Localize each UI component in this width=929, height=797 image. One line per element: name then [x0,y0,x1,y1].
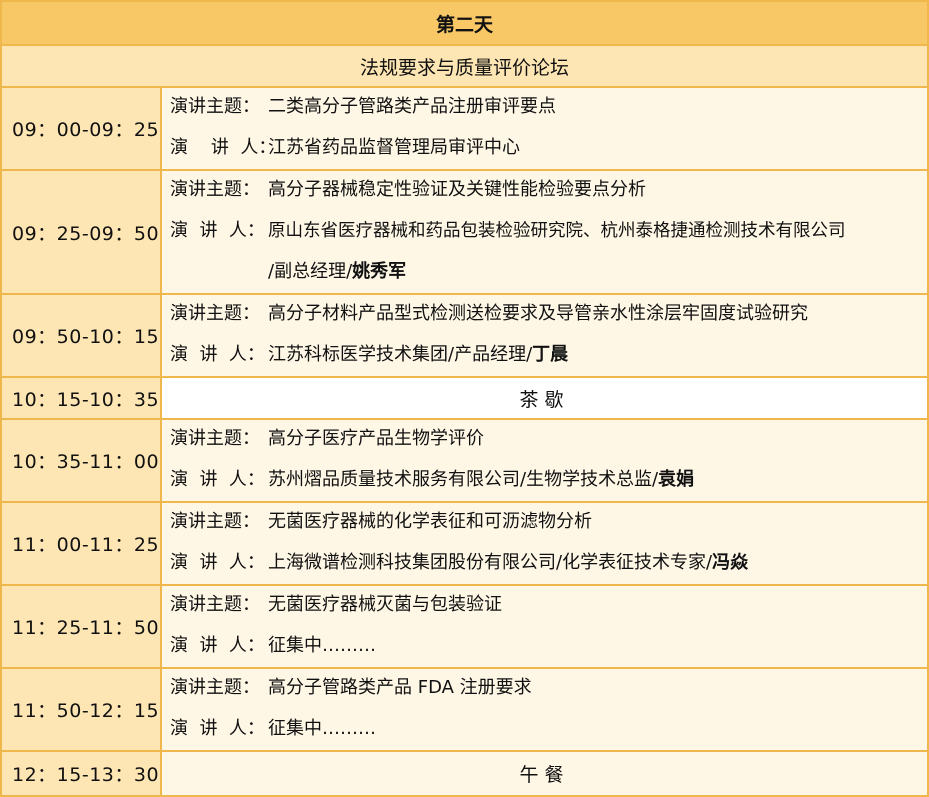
session-row-4: 10：35-11：00 演讲主题： 高分子医疗产品生物学评价 演 讲 人： 苏州… [2,420,927,503]
topic-text: 高分子材料产品型式检测送检要求及导管亲水性涂层牢固度试验研究 [268,303,808,324]
speaker-name: 姚秀军 [352,261,407,282]
schedule-table: 第二天 法规要求与质量评价论坛 09：00-09：25 演讲主题： 二类高分子管… [0,0,929,797]
speaker-line: 演 讲 人： 原山东省医疗器械和药品包装检验研究院、杭州泰格捷通检测技术有限公司 [170,216,846,242]
speaker-line: 演 讲 人： 征集中……… [170,631,376,657]
topic-text: 高分子器械稳定性验证及关键性能检验要点分析 [268,179,646,200]
session-row-7: 11：50-12：15 演讲主题： 高分子管路类产品 FDA 注册要求 演 讲 … [2,669,927,752]
speaker-text: 上海微谱检测科技集团股份有限公司/化学表征技术专家/ [268,552,713,573]
session-time: 11：50-12：15 [2,669,162,750]
session-time: 09：00-09：25 [2,88,162,169]
topic-line: 演讲主题： 高分子医疗产品生物学评价 [170,424,484,450]
speaker-label: 演 讲 人： [170,718,265,739]
speaker-label: 演 讲 人： [170,469,265,490]
speaker-name: 丁晨 [532,344,569,365]
speaker-line-continued: /副总经理/姚秀军 [170,257,406,283]
speaker-line: 演 讲 人： 上海微谱检测科技集团股份有限公司/化学表征技术专家/冯焱 [170,548,748,574]
session-content: 演讲主题： 无菌医疗器械的化学表征和可沥滤物分析 演 讲 人： 上海微谱检测科技… [162,503,927,584]
topic-line: 演讲主题： 无菌医疗器械灭菌与包装验证 [170,590,502,616]
speaker-text: 苏州熠品质量技术服务有限公司/生物学技术总监/ [268,469,659,490]
speaker-line: 演 讲 人： 江苏省药品监督管理局审评中心 [170,133,520,159]
topic-label: 演讲主题： [170,96,260,117]
topic-line: 演讲主题： 无菌医疗器械的化学表征和可沥滤物分析 [170,507,592,533]
topic-text: 无菌医疗器械灭菌与包装验证 [268,594,502,615]
session-content: 演讲主题： 无菌医疗器械灭菌与包装验证 演 讲 人： 征集中……… [162,586,927,667]
session-time: 09：25-09：50 [2,171,162,293]
session-content: 演讲主题： 高分子管路类产品 FDA 注册要求 演 讲 人： 征集中……… [162,669,927,750]
speaker-label: 演 讲 人： [170,220,265,241]
topic-text: 高分子管路类产品 FDA 注册要求 [268,677,532,698]
session-content: 演讲主题： 高分子医疗产品生物学评价 演 讲 人： 苏州熠品质量技术服务有限公司… [162,420,927,501]
speaker-text: 江苏省药品监督管理局审评中心 [268,137,520,158]
session-time: 10：35-11：00 [2,420,162,501]
speaker-label: 演 讲 人： [170,344,265,365]
topic-text: 二类高分子管路类产品注册审评要点 [268,96,556,117]
speaker-name: 袁娟 [658,469,695,490]
session-time: 11：00-11：25 [2,503,162,584]
topic-label: 演讲主题： [170,677,260,698]
speaker-text: 原山东省医疗器械和药品包装检验研究院、杭州泰格捷通检测技术有限公司 [268,220,846,241]
topic-line: 演讲主题： 二类高分子管路类产品注册审评要点 [170,92,556,118]
lunch-label: 午餐 [162,752,927,795]
topic-line: 演讲主题： 高分子器械稳定性验证及关键性能检验要点分析 [170,175,646,201]
speaker-label: 演 讲 人： [170,137,277,158]
topic-label: 演讲主题： [170,511,260,532]
speaker-title: /副总经理/ [268,261,353,282]
speaker-text: 征集中……… [268,718,376,739]
topic-line: 演讲主题： 高分子材料产品型式检测送检要求及导管亲水性涂层牢固度试验研究 [170,299,808,325]
speaker-text: 江苏科标医学技术集团/产品经理/ [268,344,533,365]
day-title: 第二天 [2,0,927,46]
speaker-label: 演 讲 人： [170,635,265,656]
session-row-3: 09：50-10：15 演讲主题： 高分子材料产品型式检测送检要求及导管亲水性涂… [2,295,927,378]
session-time: 10：15-10：35 [2,378,162,418]
topic-label: 演讲主题： [170,428,260,449]
session-content: 演讲主题： 二类高分子管路类产品注册审评要点 演 讲 人： 江苏省药品监督管理局… [162,88,927,169]
forum-title: 法规要求与质量评价论坛 [2,46,927,88]
speaker-name: 冯焱 [712,552,749,573]
tea-break-row: 10：15-10：35 茶歇 [2,378,927,420]
tea-break-label: 茶歇 [162,378,927,418]
session-time: 09：50-10：15 [2,295,162,376]
session-row-5: 11：00-11：25 演讲主题： 无菌医疗器械的化学表征和可沥滤物分析 演 讲… [2,503,927,586]
lunch-row: 12：15-13：30 午餐 [2,752,927,797]
topic-label: 演讲主题： [170,179,260,200]
speaker-label: 演 讲 人： [170,552,265,573]
topic-text: 无菌医疗器械的化学表征和可沥滤物分析 [268,511,592,532]
session-time: 12：15-13：30 [2,752,162,795]
topic-text: 高分子医疗产品生物学评价 [268,428,484,449]
speaker-line: 演 讲 人： 苏州熠品质量技术服务有限公司/生物学技术总监/袁娟 [170,465,694,491]
speaker-line: 演 讲 人： 江苏科标医学技术集团/产品经理/丁晨 [170,340,568,366]
session-content: 演讲主题： 高分子材料产品型式检测送检要求及导管亲水性涂层牢固度试验研究 演 讲… [162,295,927,376]
topic-line: 演讲主题： 高分子管路类产品 FDA 注册要求 [170,673,532,699]
session-row-6: 11：25-11：50 演讲主题： 无菌医疗器械灭菌与包装验证 演 讲 人： 征… [2,586,927,669]
speaker-text: 征集中……… [268,635,376,656]
topic-label: 演讲主题： [170,594,260,615]
topic-label: 演讲主题： [170,303,260,324]
session-time: 11：25-11：50 [2,586,162,667]
speaker-line: 演 讲 人： 征集中……… [170,714,376,740]
session-content: 演讲主题： 高分子器械稳定性验证及关键性能检验要点分析 演 讲 人： 原山东省医… [162,171,927,293]
session-row-2: 09：25-09：50 演讲主题： 高分子器械稳定性验证及关键性能检验要点分析 … [2,171,927,295]
session-row-1: 09：00-09：25 演讲主题： 二类高分子管路类产品注册审评要点 演 讲 人… [2,88,927,171]
